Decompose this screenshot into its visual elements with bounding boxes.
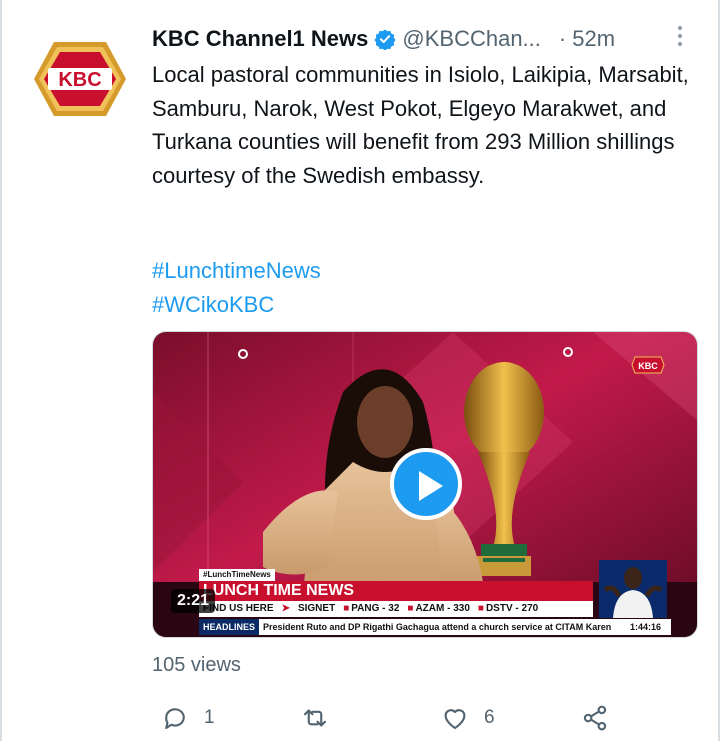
- more-icon[interactable]: [674, 22, 686, 50]
- like-count: 6: [484, 707, 495, 728]
- channel-bug-text: KBC: [638, 361, 658, 371]
- hashtag-lunchtimenews[interactable]: #LunchtimeNews: [152, 254, 321, 288]
- ticker-channel: DSTV - 270: [485, 603, 539, 614]
- reply-icon: [165, 708, 185, 730]
- frame-left-border: [0, 0, 2, 741]
- video-duration: 2:21: [171, 589, 216, 613]
- tweet-header: KBC Channel1 News @KBCChan... · 52m: [152, 22, 692, 56]
- headline-bar: HEADLINES President Ruto and DP Rigathi G…: [199, 619, 671, 635]
- kbc-logo-icon: KBC: [34, 42, 126, 116]
- play-icon: [419, 471, 443, 501]
- author-name[interactable]: KBC Channel1 News: [152, 26, 368, 52]
- retweet-button[interactable]: [300, 700, 344, 736]
- channel-bug-icon: KBC: [631, 356, 665, 374]
- headline-text: President Ruto and DP Rigathi Gachagua a…: [263, 622, 612, 632]
- play-button[interactable]: [390, 448, 462, 520]
- lower-third-ticker: FIND US HERE ➤ SIGNET ■ PANG - 32 ■ AZAM - 330…: [199, 601, 593, 617]
- headline-time: 1:44:16: [625, 619, 665, 635]
- lower-third-tag: #LunchTimeNews: [199, 569, 275, 581]
- ticker-channel: AZAM - 330: [415, 603, 470, 614]
- headline-label: HEADLINES: [199, 619, 260, 635]
- video-player[interactable]: KBC #LunchTimeNews LUNCH TIME NEWS FIND …: [152, 331, 698, 638]
- sign-language-inset: [599, 560, 667, 618]
- ticker-channel: PANG - 32: [351, 603, 400, 614]
- avatar-logo-text: KBC: [58, 69, 101, 91]
- like-button[interactable]: 6: [440, 700, 495, 736]
- retweet-icon: [303, 709, 327, 727]
- ticker-channel: SIGNET: [297, 603, 336, 614]
- ticker-arrow: ➤: [281, 603, 290, 614]
- share-icon: [583, 705, 607, 731]
- tweet-timestamp[interactable]: 52m: [572, 26, 615, 52]
- verified-badge-icon: [374, 29, 397, 50]
- author-handle[interactable]: @KBCChan...: [402, 26, 541, 52]
- hashtag-wcikokbc[interactable]: #WCikoKBC: [152, 288, 321, 322]
- reply-button[interactable]: 1: [160, 700, 215, 736]
- hashtag-list: #LunchtimeNews #WCikoKBC: [152, 254, 321, 321]
- separator-dot: ·: [558, 26, 567, 51]
- reply-count: 1: [204, 707, 215, 728]
- lower-third-title: LUNCH TIME NEWS: [199, 581, 593, 601]
- share-button[interactable]: [580, 700, 610, 736]
- avatar[interactable]: KBC: [32, 36, 128, 122]
- tweet-text: Local pastoral communities in Isiolo, La…: [152, 62, 689, 188]
- like-icon: [444, 709, 466, 730]
- view-count: 105 views: [152, 654, 241, 676]
